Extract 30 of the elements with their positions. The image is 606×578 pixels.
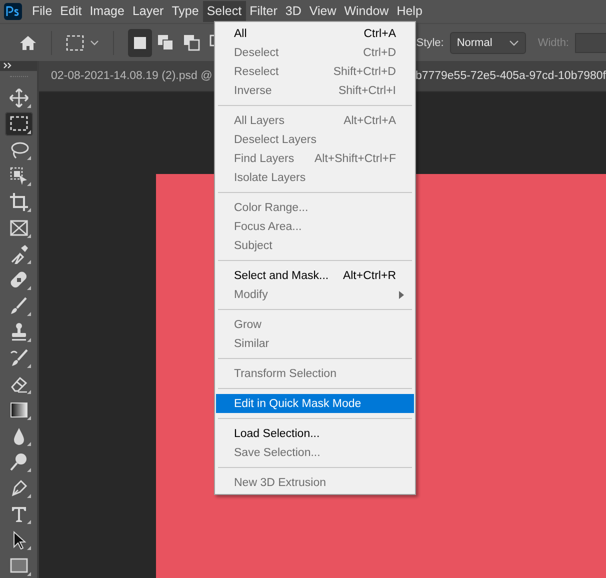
menu-bar-item[interactable]: Filter [246, 1, 282, 22]
style-dropdown[interactable]: Normal [450, 32, 526, 54]
collapse-icon[interactable] [3, 62, 13, 70]
subtract-squares-icon [183, 34, 201, 52]
home-icon[interactable] [19, 34, 37, 50]
menu-bar-item[interactable]: View [305, 1, 340, 22]
menu-item[interactable]: Edit in Quick Mask Mode [216, 394, 414, 413]
width-field[interactable] [575, 32, 606, 52]
menu-bar-item[interactable]: Image [86, 1, 128, 22]
document-tab-title[interactable]: 02-08-2021-14.08.19 (2).psd @ [51, 70, 212, 82]
selection-mode-button[interactable] [128, 28, 152, 56]
menu-bar-item[interactable]: Type [168, 1, 203, 22]
menu-bar-item[interactable]: File [28, 1, 56, 22]
union-squares-icon [157, 34, 175, 52]
menu-item[interactable]: All Ctrl+A [216, 24, 414, 43]
marquee-icon[interactable] [66, 34, 84, 50]
caret-icon [508, 40, 519, 46]
menu-bar-item[interactable]: Help [392, 1, 426, 22]
marquee-icon[interactable] [4, 112, 32, 136]
menu-bar-item[interactable]: Edit [56, 1, 86, 22]
menu-bar-item[interactable]: Select [202, 1, 246, 22]
app-logo-icon [4, 3, 22, 20]
menu-bar-item[interactable]: Layer [128, 1, 168, 22]
menu-item[interactable]: Load Selection... [216, 424, 414, 443]
caret-icon[interactable] [90, 40, 99, 46]
menu-bar-item[interactable]: 3D [281, 1, 306, 22]
style-label: Style: [416, 36, 444, 48]
menu-item[interactable]: Select and Mask... Alt+Ctrl+R [216, 266, 414, 285]
menu-bar-item[interactable]: Window [340, 1, 393, 22]
document-tab-title[interactable]: b7779e55-72e5-405a-97cd-10b7980f [415, 70, 606, 82]
